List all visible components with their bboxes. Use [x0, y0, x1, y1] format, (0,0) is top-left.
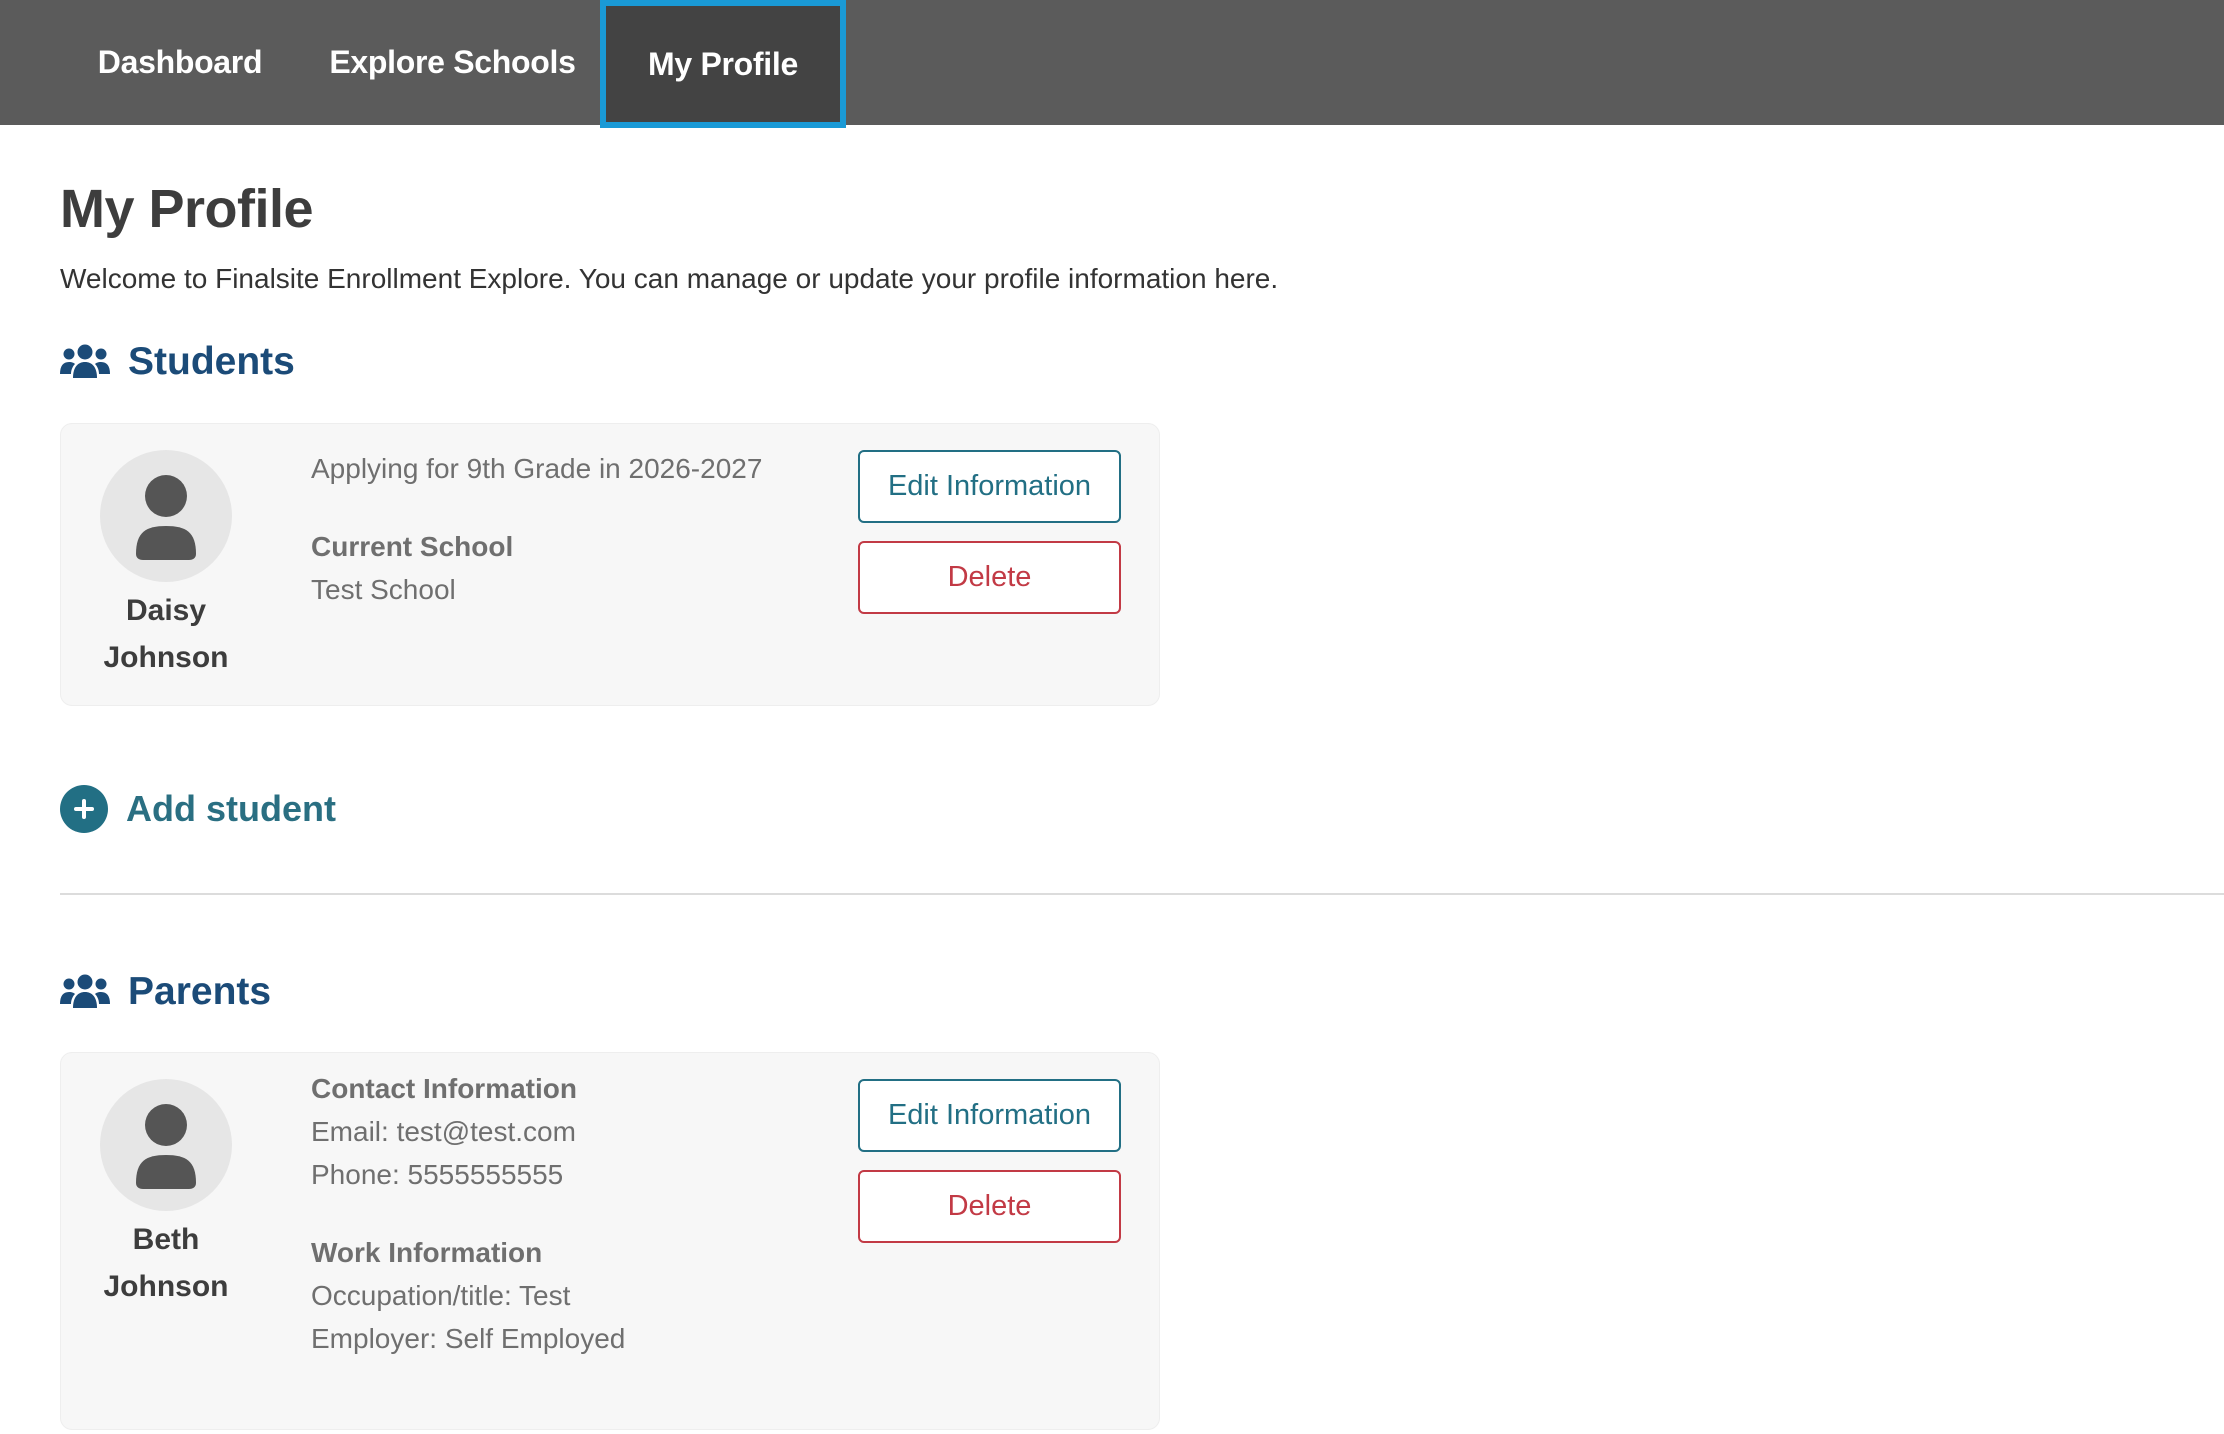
- person-icon: [136, 475, 196, 560]
- add-student-link[interactable]: Add student: [60, 785, 336, 833]
- parent-last-name: Johnson: [103, 1270, 229, 1303]
- parent-card: Beth Johnson Contact Information Email: …: [60, 1052, 1160, 1430]
- person-icon: [136, 1104, 196, 1189]
- parent-contact-info: Contact Information Email: test@test.com…: [311, 1067, 577, 1196]
- parent-first-name: Beth: [132, 1223, 200, 1256]
- nav-tab-explore-schools[interactable]: Explore Schools: [320, 0, 585, 125]
- page-title: My Profile: [60, 179, 314, 239]
- plus-circle-icon: [60, 785, 108, 833]
- students-section-heading: Students: [60, 340, 295, 384]
- parents-heading-label: Parents: [128, 970, 272, 1013]
- current-school-label: Current School: [311, 531, 514, 562]
- student-edit-information-button[interactable]: Edit Information: [858, 450, 1121, 523]
- student-first-name: Daisy: [125, 594, 207, 627]
- users-icon: [60, 974, 110, 1008]
- students-heading-label: Students: [128, 340, 295, 383]
- add-student-label: Add student: [126, 788, 336, 829]
- parent-work-info: Work Information Occupation/title: Test …: [311, 1231, 625, 1360]
- student-school-info: Current School Test School: [311, 525, 513, 611]
- parent-edit-information-button[interactable]: Edit Information: [858, 1079, 1121, 1152]
- contact-information-label: Contact Information: [311, 1073, 577, 1104]
- nav-tab-my-profile[interactable]: My Profile: [600, 0, 846, 128]
- student-applying: Applying for 9th Grade in 2026-2027: [311, 453, 763, 484]
- section-divider: [60, 893, 2224, 895]
- users-icon: [60, 344, 110, 378]
- nav-tab-dashboard[interactable]: Dashboard: [60, 0, 300, 125]
- parent-delete-button[interactable]: Delete: [858, 1170, 1121, 1243]
- student-last-name: Johnson: [103, 641, 229, 674]
- parent-avatar: [100, 1079, 232, 1211]
- parent-email: Email: test@test.com: [311, 1116, 576, 1147]
- page-subtitle: Welcome to Finalsite Enrollment Explore.…: [60, 263, 1279, 294]
- parent-employer: Employer: Self Employed: [311, 1323, 626, 1354]
- student-delete-button[interactable]: Delete: [858, 541, 1121, 614]
- top-navigation: Dashboard Explore Schools My Profile: [0, 0, 2224, 128]
- parents-section-heading: Parents: [60, 970, 271, 1014]
- current-school-value: Test School: [311, 574, 456, 605]
- parent-name: Beth Johnson: [61, 1216, 271, 1310]
- parent-phone: Phone: 5555555555: [311, 1159, 564, 1190]
- work-information-label: Work Information: [311, 1237, 543, 1268]
- parent-occupation: Occupation/title: Test: [311, 1280, 571, 1311]
- student-avatar: [100, 450, 232, 582]
- student-card: Daisy Johnson Applying for 9th Grade in …: [60, 423, 1160, 706]
- student-name: Daisy Johnson: [61, 587, 271, 681]
